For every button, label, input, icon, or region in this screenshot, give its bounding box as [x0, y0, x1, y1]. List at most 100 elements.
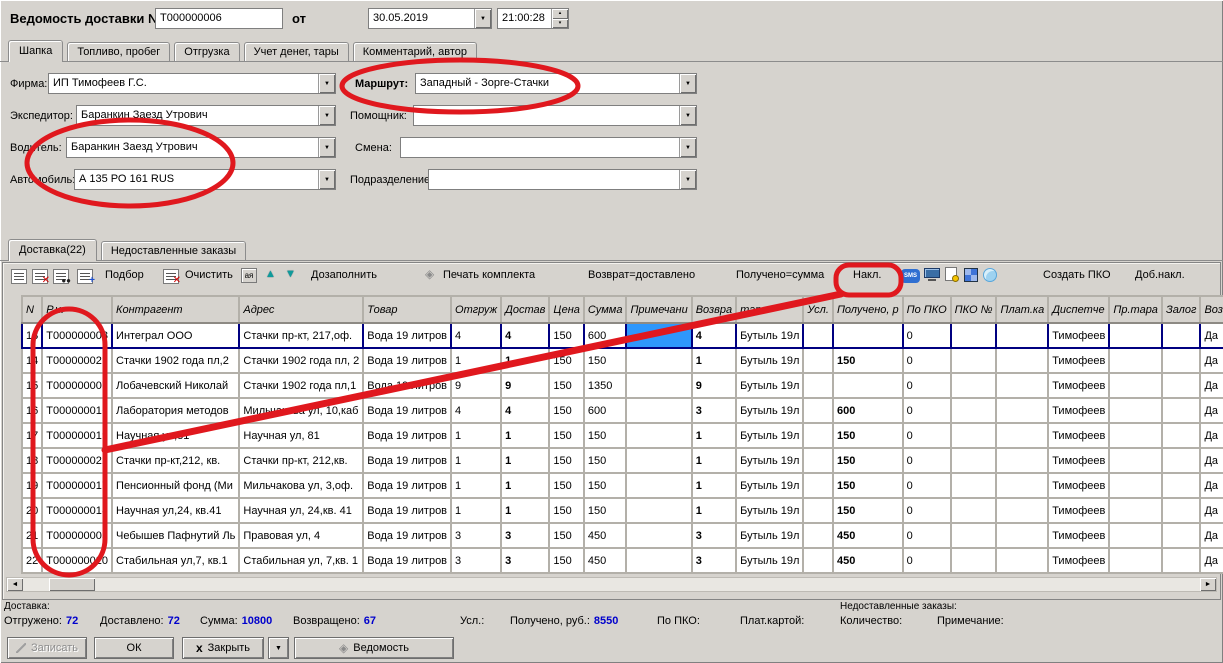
grid-cell[interactable]	[1162, 523, 1201, 548]
grid-cell[interactable]: Да	[1200, 348, 1223, 373]
grid-cell[interactable]: 15	[22, 373, 42, 398]
blocks-button[interactable]	[964, 268, 978, 285]
firma-combo[interactable]: ИП Тимофеев Г.С. ▼	[48, 73, 336, 94]
grid-cell[interactable]: Стачки пр-кт, 212,кв.	[239, 448, 363, 473]
grid-cell[interactable]	[951, 448, 997, 473]
grid-cell[interactable]: Стачки пр-кт,212, кв.	[112, 448, 239, 473]
horizontal-scrollbar[interactable]: ◄ ►	[6, 577, 1217, 592]
grid-cell[interactable]	[951, 473, 997, 498]
grid-cell[interactable]: Тимофеев	[1048, 373, 1109, 398]
dropdown-button[interactable]: ▼	[318, 170, 335, 189]
grid-cell[interactable]: 450	[833, 548, 903, 573]
globe-button[interactable]	[983, 268, 997, 285]
grid-cell[interactable]: Да	[1200, 523, 1223, 548]
grid-cell[interactable]: Бутыль 19л	[736, 348, 803, 373]
date-picker[interactable]: 30.05.2019 ▼	[368, 8, 492, 29]
grid-cell[interactable]: Вода 19 литров	[363, 473, 451, 498]
sms-button[interactable]: SMS	[901, 268, 920, 283]
grid-cell[interactable]: 1	[501, 423, 549, 448]
grid-cell[interactable]	[996, 473, 1048, 498]
dob-nakl-button[interactable]: Доб.накл.	[1135, 269, 1185, 281]
grid-cell[interactable]	[626, 548, 691, 573]
grid-cell[interactable]: 19	[22, 473, 42, 498]
grid-cell[interactable]: 450	[584, 523, 627, 548]
grid-cell[interactable]: 13	[22, 323, 42, 348]
grid-cell[interactable]: 150	[549, 523, 584, 548]
grid-cell[interactable]: Мильчакова ул, 3,оф.	[239, 473, 363, 498]
grid-cell[interactable]: 150	[584, 498, 627, 523]
grid-cell[interactable]: Бутыль 19л	[736, 398, 803, 423]
grid-cell[interactable]	[1162, 473, 1201, 498]
podrazdelenie-combo[interactable]: ▼	[428, 169, 697, 190]
grid-cell[interactable]	[996, 323, 1048, 348]
grid-cell[interactable]	[951, 498, 997, 523]
grid-cell[interactable]	[951, 373, 997, 398]
grid-cell[interactable]	[803, 498, 833, 523]
grid-cell[interactable]: Чебышев Пафнутий Ль	[112, 523, 239, 548]
grid-cell[interactable]: Тимофеев	[1048, 473, 1109, 498]
grid-cell[interactable]: 18	[22, 448, 42, 473]
grid-cell[interactable]: 14	[22, 348, 42, 373]
column-header[interactable]: Адрес	[239, 296, 363, 323]
grid-cell[interactable]: Да	[1200, 423, 1223, 448]
grid-cell[interactable]: 4	[451, 323, 501, 348]
grid-cell[interactable]: 3	[692, 523, 736, 548]
tab-kommentarij-avtor[interactable]: Комментарий, автор	[353, 42, 477, 61]
monitor-button[interactable]	[924, 268, 940, 284]
grid-cell[interactable]	[626, 448, 691, 473]
grid-cell[interactable]	[951, 423, 997, 448]
grid-cell[interactable]: 150	[549, 423, 584, 448]
grid-cell[interactable]: Тимофеев	[1048, 398, 1109, 423]
grid-cell[interactable]	[626, 348, 691, 373]
dropdown-button[interactable]: ▼	[679, 74, 696, 93]
grid-cell[interactable]: Да	[1200, 473, 1223, 498]
grid-cell[interactable]: Бутыль 19л	[736, 448, 803, 473]
grid-cell[interactable]: 150	[549, 548, 584, 573]
grid-cell[interactable]	[1162, 423, 1201, 448]
grid-cell[interactable]: Научная ул, 24,кв. 41	[239, 498, 363, 523]
scroll-thumb[interactable]	[49, 578, 95, 591]
grid-cell[interactable]: 1	[692, 498, 736, 523]
add-row-button[interactable]: +	[77, 269, 93, 287]
grid-cell[interactable]	[626, 473, 691, 498]
grid-cell[interactable]: 4	[501, 323, 549, 348]
grid-cell[interactable]: 0	[903, 448, 951, 473]
grid-cell[interactable]: Бутыль 19л	[736, 373, 803, 398]
grid-cell[interactable]: Лаборатория методов	[112, 398, 239, 423]
scroll-left-icon[interactable]: ◄	[7, 578, 23, 591]
grid-cell[interactable]: Стачки 1902 года пл, 2	[239, 348, 363, 373]
grid-cell[interactable]: Стабильная ул,7, кв.1	[112, 548, 239, 573]
smena-combo[interactable]: ▼	[400, 137, 697, 158]
grid-cell[interactable]: 1	[451, 473, 501, 498]
grid-cell[interactable]: Вода 19 литров	[363, 498, 451, 523]
column-header[interactable]: Достав	[501, 296, 549, 323]
column-header[interactable]: Залог	[1162, 296, 1201, 323]
grid-cell[interactable]	[1162, 398, 1201, 423]
grid-cell[interactable]: 1350	[584, 373, 627, 398]
grid-cell[interactable]: 150	[549, 498, 584, 523]
tab-dostavka[interactable]: Доставка(22)	[8, 239, 97, 261]
grid-cell[interactable]: Вода 19 литров	[363, 373, 451, 398]
column-header[interactable]: Усл.	[803, 296, 833, 323]
grid-cell[interactable]	[1162, 373, 1201, 398]
grid-cell[interactable]: Стабильная ул, 7,кв. 1	[239, 548, 363, 573]
grid-cell[interactable]	[803, 473, 833, 498]
grid-cell[interactable]	[996, 523, 1048, 548]
doc-number-input[interactable]: Т000000006	[155, 8, 283, 29]
clear-button[interactable]: ✕	[163, 269, 179, 287]
grid-cell[interactable]: Т000000005	[42, 523, 112, 548]
grid-cell[interactable]: 1	[451, 448, 501, 473]
dropdown-button[interactable]: ▼	[318, 74, 335, 93]
grid-cell[interactable]: 1	[692, 448, 736, 473]
vedomost-button[interactable]: ◈ Ведомость	[294, 637, 454, 659]
grid-cell[interactable]: 150	[549, 373, 584, 398]
grid-cell[interactable]: 1	[692, 473, 736, 498]
grid-cell[interactable]: Т000000007	[42, 373, 112, 398]
grid-cell[interactable]: 150	[549, 398, 584, 423]
grid-cell[interactable]: 150	[584, 448, 627, 473]
grid-cell[interactable]	[1109, 523, 1162, 548]
tab-uchet-deneg-tary[interactable]: Учет денег, тары	[244, 42, 349, 61]
grid-cell[interactable]	[1162, 448, 1201, 473]
grid-cell[interactable]: Т000000016	[42, 398, 112, 423]
polucheno-summa-button[interactable]: Получено=сумма	[736, 269, 824, 281]
